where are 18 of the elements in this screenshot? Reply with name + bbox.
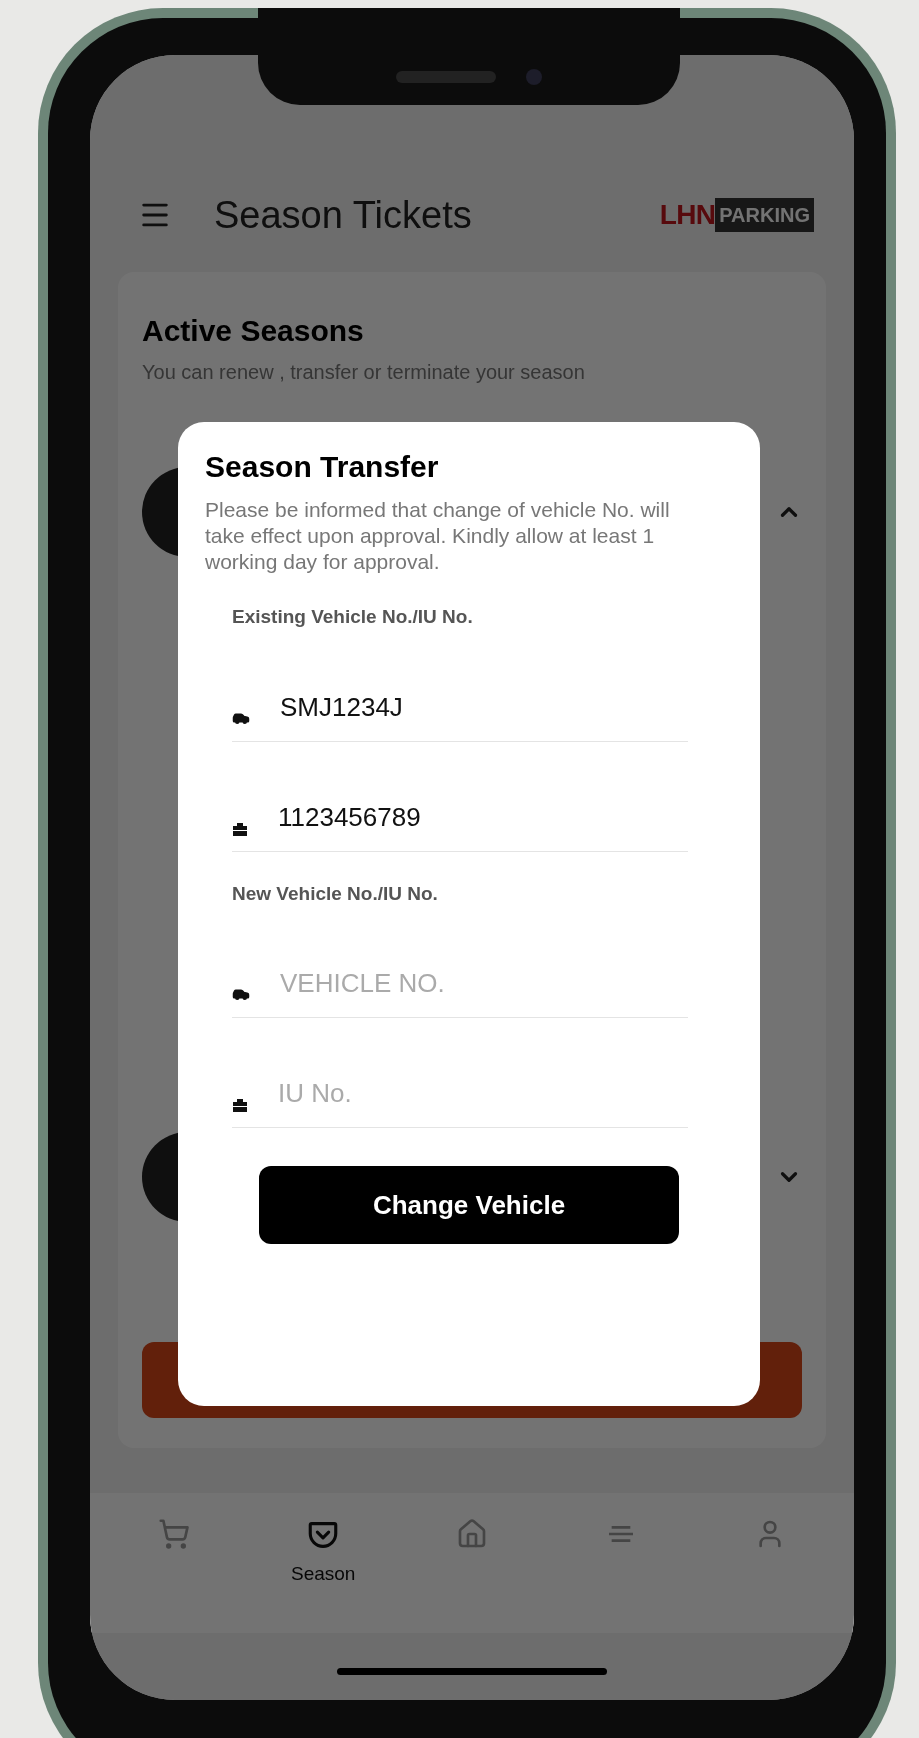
cart-icon <box>158 1518 191 1550</box>
section-label: New Vehicle No./IU No. <box>232 881 439 906</box>
nav-tab[interactable]: Season <box>263 1518 384 1589</box>
input-field[interactable]: SMJ1234J <box>280 687 688 727</box>
input-field[interactable]: VEHICLE NO. <box>280 964 688 1003</box>
device-icon <box>232 820 248 837</box>
card-title: Active Seasons <box>142 313 365 349</box>
input-field[interactable]: 1123456789 <box>278 797 688 837</box>
home-icon <box>456 1518 488 1550</box>
card-subtitle: You can renew , transfer or terminate your season <box>142 360 586 385</box>
dialog-title: Season Transfer <box>205 449 440 485</box>
camera-lens <box>526 68 542 85</box>
section-label: Existing Vehicle No./IU No. <box>232 605 474 629</box>
page-title: Season Tickets <box>214 192 472 238</box>
input-field[interactable]: IU No. <box>278 1074 688 1113</box>
device-icon <box>232 1097 248 1113</box>
dialog-message: Please be informed that change of vehicle No. will take effect upon approval. Kindly allow at least 1 working day for approval. <box>205 497 671 575</box>
change-vehicle-button[interactable]: Change Vehicle <box>259 1166 679 1244</box>
